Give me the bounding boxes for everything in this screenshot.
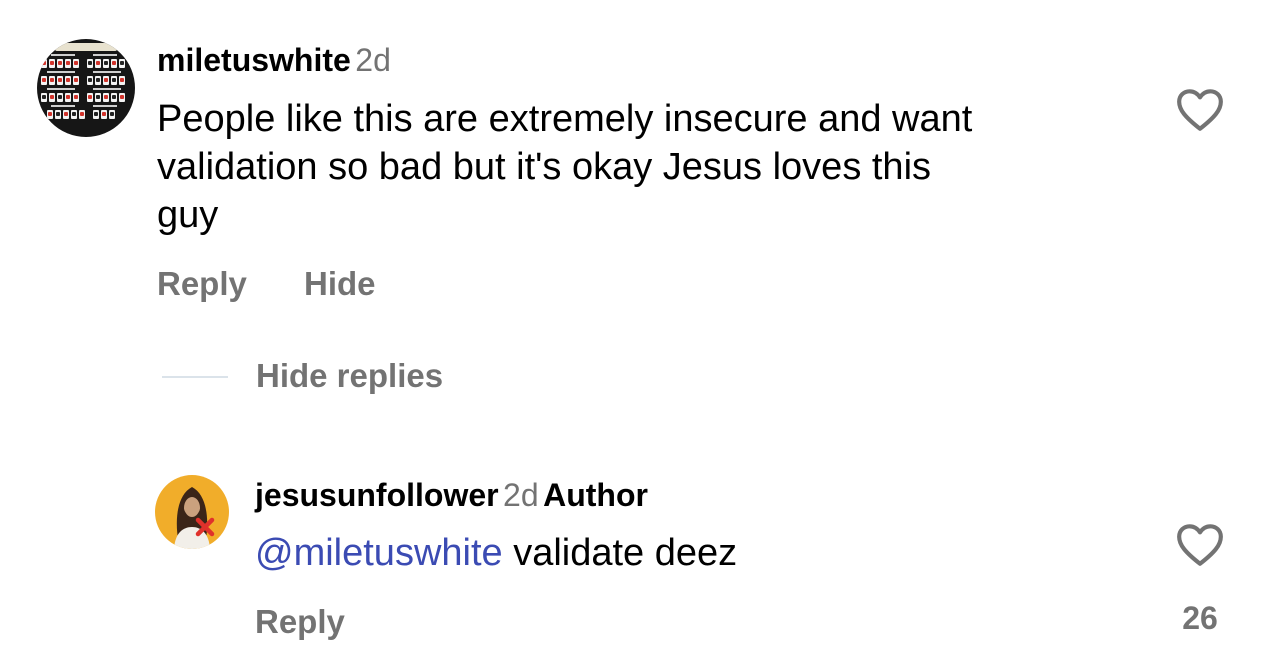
avatar-label-line [51, 105, 75, 107]
heart-outline-icon[interactable] [1175, 521, 1225, 572]
avatar-label-line [93, 54, 117, 56]
hide-replies-button[interactable]: Hide replies [256, 357, 443, 395]
avatar-label-line [93, 71, 121, 73]
comment-username[interactable]: miletuswhite [157, 42, 351, 78]
hide-replies-divider [162, 376, 228, 378]
comment-text-line: People like this are extremely insecure … [157, 98, 973, 140]
reply-header: jesusunfollower 2d Author [255, 477, 648, 514]
comment-timestamp: 2d [355, 42, 391, 78]
reply-button[interactable]: Reply [157, 265, 247, 303]
mention-link[interactable]: @miletuswhite [255, 532, 503, 574]
avatar[interactable] [37, 39, 135, 137]
avatar-illustration [174, 487, 215, 549]
comment-header: miletuswhite 2d [157, 42, 391, 79]
like-count: 26 [1182, 600, 1218, 636]
comment-text-line: validation so bad but it's okay Jesus lo… [157, 146, 932, 188]
avatar-label-line [47, 88, 75, 90]
avatar-card-row [41, 59, 125, 68]
heart-outline-icon[interactable] [1175, 86, 1225, 137]
avatar-banner [55, 43, 117, 51]
avatar-card-row [47, 110, 115, 119]
avatar[interactable] [155, 475, 229, 549]
avatar-label-line [51, 54, 75, 56]
reply-text-content: validate deez [502, 532, 738, 574]
reply-text: @miletuswhite validate deez [255, 529, 737, 577]
reply-timestamp: 2d [503, 477, 539, 513]
avatar-label-line [93, 105, 117, 107]
comment-text-line: guy [157, 194, 219, 236]
avatar-card-row [41, 76, 125, 85]
author-badge: Author [543, 477, 648, 513]
comment-text: People like this are extremely insecure … [157, 95, 1137, 239]
reply-button[interactable]: Reply [255, 603, 345, 641]
reply-username[interactable]: jesusunfollower [255, 477, 499, 513]
avatar-card-row [41, 93, 125, 102]
avatar-label-line [47, 71, 75, 73]
avatar-label-line [93, 88, 121, 90]
hide-button[interactable]: Hide [304, 265, 376, 303]
